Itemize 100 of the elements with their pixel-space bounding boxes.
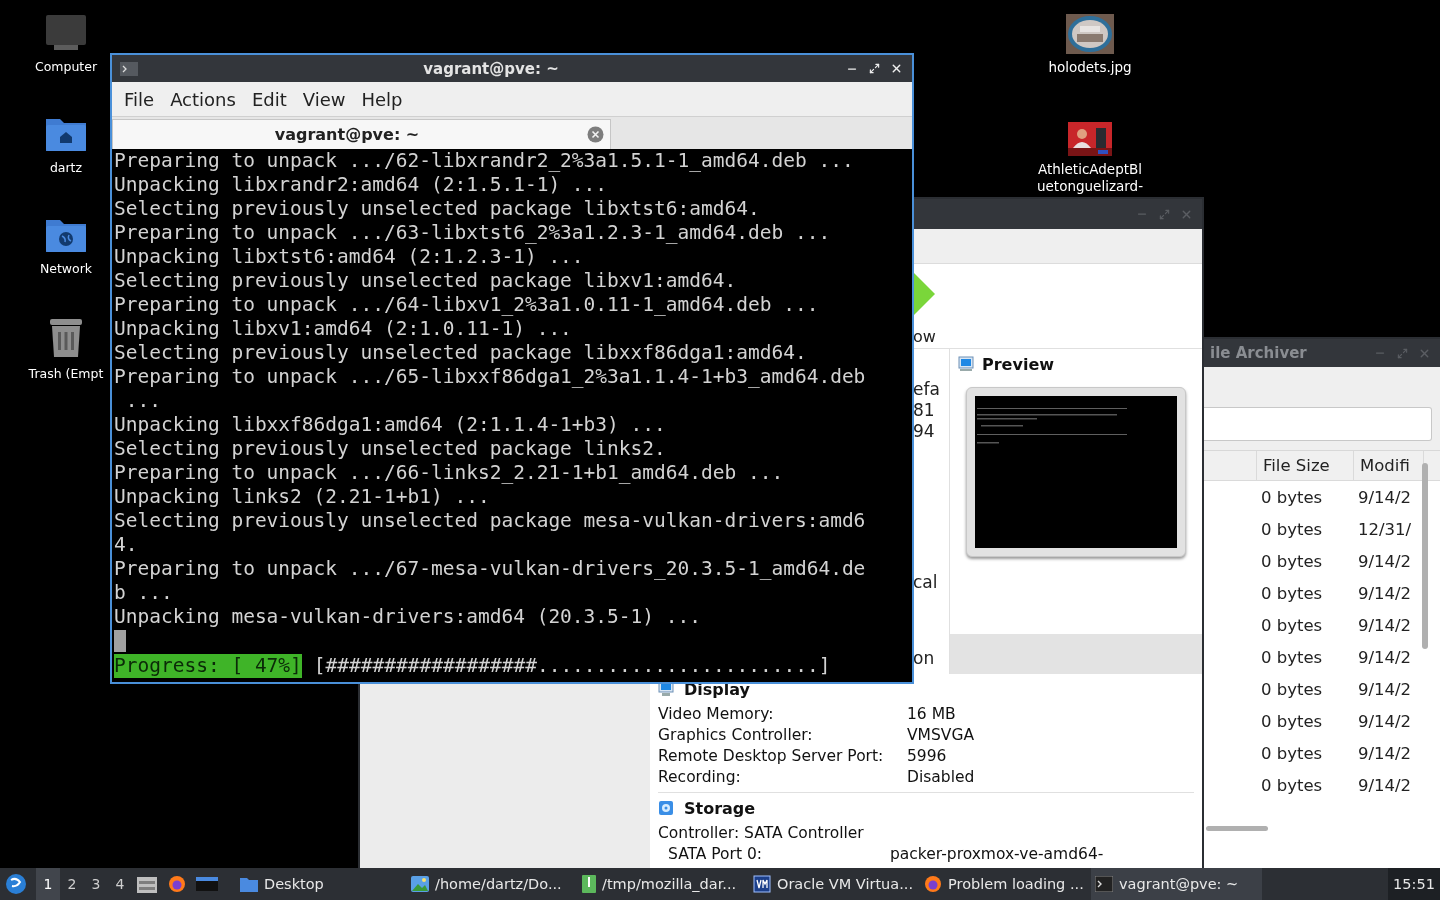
terminal-line: Selecting previously unselected package libxtst6:amd64. [114,197,761,221]
menu-item[interactable]: File [116,88,163,110]
show-button[interactable]: ow [913,328,936,346]
terminal-line: Preparing to unpack .../65-libxxf86dga1_2%3a1.1.4-1+b3_amd64.deb [114,365,867,389]
table-cell-text: 0 bytes [1260,743,1324,763]
table-cell-text: 0 bytes [1260,711,1324,731]
desktop-icon-label[interactable]: Network [39,260,93,277]
table-cell-text: 9/14/2 [1357,679,1413,699]
progress-bar-text: [##################........................] [313,654,831,678]
monitor-icon [958,356,974,372]
property-label: Video Memory: [658,704,775,725]
terminal-line: Selecting previously unselected package libxxf86dga1:amd64. [114,341,808,365]
table-cell-text: 9/14/2 [1357,647,1413,667]
property-label: Controller: SATA Controller [658,823,865,844]
folder-icon [240,876,258,892]
table-cell-text: 9/14/2 [1357,615,1413,635]
scrollbar[interactable] [1422,463,1428,649]
section-title: Storage [684,798,756,818]
window-title: ile Archiver [1210,344,1308,362]
firefox-icon [168,875,186,893]
workspace-button[interactable]: 1 [36,868,60,900]
terminal-icon [1095,876,1113,892]
file-name[interactable]: holodets.jpg [1048,59,1132,76]
section-title: Preview [982,354,1054,374]
taskbar-task[interactable]: /tmp/mozilla_dar... [578,868,749,900]
menu-item[interactable]: Help [353,88,411,110]
terminal-line: Unpacking mesa-vulkan-drivers:amd64 (20.3.5-1) ... [114,605,702,629]
property-value: Disabled [907,767,976,788]
table-cell-text: 12/31/ [1357,519,1413,539]
desktop-icon-label[interactable]: Trash (Empt [28,365,104,382]
terminal-line: b ... [114,581,174,605]
menu-item[interactable]: Edit [243,88,295,110]
table-cell-text: 0 bytes [1260,583,1324,603]
virtualbox-icon [753,875,771,893]
maximize-icon [1158,208,1170,220]
image-icon [411,876,429,892]
file-name[interactable]: uetonguelizard- [1037,178,1143,195]
menu-item[interactable]: Actions [162,88,244,110]
terminal-line: Preparing to unpack .../67-mesa-vulkan-drivers_20.3.5-1_amd64.de [114,557,867,581]
arrow-icon[interactable] [913,272,936,316]
terminal-line: Preparing to unpack .../66-links2_2.21-1+b1_amd64.deb ... [114,461,785,485]
taskbar-task[interactable]: /home/dartz/Do... [407,868,578,900]
terminal-tab[interactable]: vagrant@pve: ~ [112,119,611,149]
computer-icon [45,14,87,52]
taskbar-task[interactable]: Desktop [236,868,407,900]
table-cell-text: 9/14/2 [1357,775,1413,795]
terminal-line: Preparing to unpack .../63-libxtst6_2%3a1.2.3-1_amd64.deb ... [114,221,832,245]
terminal-line: Unpacking libxv1:amd64 (2:1.0.11-1) ... [114,317,573,341]
taskbar-task[interactable]: Oracle VM Virtua... [749,868,920,900]
property-label: Remote Desktop Server Port: [658,746,885,767]
table-cell-text: 0 bytes [1260,775,1324,795]
property-value: 5996 [907,746,948,767]
window-title: vagrant@pve: ~ [422,59,560,78]
detail-text: 81 [913,400,936,421]
terminal-line: Unpacking links2 (2.21-1+b1) ... [114,485,491,509]
taskbar-task[interactable]: vagrant@pve: ~ [1091,868,1262,900]
workspace-button[interactable]: 2 [60,868,84,900]
terminal-line: Selecting previously unselected package mesa-vulkan-drivers:amd6 [114,509,867,533]
archive-icon [582,875,596,893]
firefox-icon [924,875,942,893]
table-cell-text: 0 bytes [1260,551,1324,571]
detail-text: 94 [913,421,936,442]
file-name[interactable]: AthleticAdeptBl [1037,161,1143,178]
maximize-icon [1396,347,1408,359]
location-field[interactable] [1202,407,1432,441]
terminal-line: Selecting previously unselected package links2. [114,437,667,461]
table-cell-text: 9/14/2 [1357,583,1413,603]
workspace-button[interactable]: 4 [108,868,132,900]
table-cell-text: 0 bytes [1260,679,1324,699]
clock: 15:51 [1388,868,1440,900]
table-cell-text: 0 bytes [1260,615,1324,635]
terminal-icon [196,877,218,891]
taskbar-task[interactable]: Problem loading ... [920,868,1091,900]
property-value: VMSVGA [907,725,976,746]
column-header[interactable]: File Size [1257,451,1354,480]
close-icon[interactable] [587,126,604,143]
table-cell-text: 9/14/2 [1357,551,1413,571]
file-cabinet-icon [137,875,157,893]
terminal-icon [120,61,138,76]
desktop-icon-label[interactable]: Computer [34,58,98,75]
table-cell-text: 0 bytes [1260,519,1324,539]
terminal-line: Preparing to unpack .../64-libxv1_2%3a1.0.11-1_amd64.deb ... [114,293,820,317]
terminal-line: Selecting previously unselected package libxv1:amd64. [114,269,738,293]
property-label: SATA Port 0: [667,844,764,865]
monitor-icon [658,681,674,697]
desktop-icon-label[interactable]: dartz [49,159,83,176]
text-cursor [114,630,126,652]
detail-text: on [913,648,936,669]
table-cell-text: 0 bytes [1260,647,1324,667]
terminal-line: Unpacking libxtst6:amd64 (2:1.2.3-1) ... [114,245,585,269]
scrollbar[interactable] [1206,826,1268,831]
table-cell-text: 9/14/2 [1357,487,1413,507]
terminal-line: Unpacking libxrandr2:amd64 (2:1.5.1-1) ... [114,173,609,197]
maximize-icon [868,63,880,74]
workspace-button[interactable]: 3 [84,868,108,900]
table-cell-text: 0 bytes [1260,487,1324,507]
menu-item[interactable]: View [294,88,354,110]
detail-text: cal [913,572,939,593]
property-value: packer-proxmox-ve-amd64- [890,844,1105,865]
detail-text: efa [913,379,941,400]
